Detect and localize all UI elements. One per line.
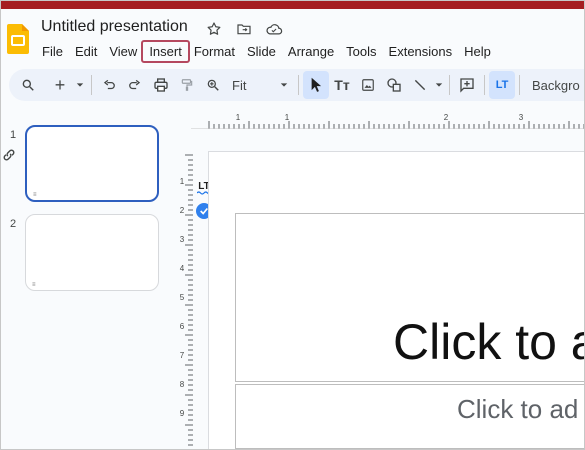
toolbar-divider — [519, 75, 520, 95]
menu-insert[interactable]: Insert — [141, 39, 190, 63]
vertical-ruler[interactable]: 1 2 3 4 5 6 7 8 9 — [177, 151, 193, 450]
menu-tools[interactable]: Tools — [340, 42, 382, 61]
ruler-label: 4 — [180, 264, 185, 273]
link-icon — [2, 148, 16, 167]
move-to-folder-icon[interactable] — [234, 19, 254, 39]
menu-format[interactable]: Format — [188, 42, 241, 61]
menu-extensions[interactable]: Extensions — [383, 42, 459, 61]
ruler-label: 2 — [444, 113, 449, 122]
zoom-icon[interactable] — [200, 71, 226, 99]
menu-arrange[interactable]: Arrange — [282, 42, 340, 61]
toolbar-divider — [484, 75, 485, 95]
undo-icon[interactable] — [96, 71, 122, 99]
plus-icon: + — [54, 74, 66, 95]
document-title[interactable]: Untitled presentation — [41, 18, 188, 36]
menu-view[interactable]: View — [103, 42, 143, 61]
ruler-label: 1 — [236, 113, 241, 122]
slide-thumbnail-2[interactable]: ≡ — [25, 214, 159, 291]
thumbnail-speaker-notes-icon: ≡ — [33, 192, 37, 198]
ruler-label: 2 — [180, 206, 185, 215]
menu-file[interactable]: File — [36, 42, 69, 61]
line-dropdown-icon[interactable] — [433, 71, 445, 99]
thumbnail-speaker-notes-icon: ≡ — [32, 282, 36, 288]
toolbar-divider — [91, 75, 92, 95]
zoom-select[interactable]: Fit — [226, 71, 294, 99]
menu-edit[interactable]: Edit — [69, 42, 103, 61]
paint-format-icon[interactable] — [174, 71, 200, 99]
ruler-label: 9 — [180, 409, 185, 418]
ruler-label: 7 — [180, 351, 185, 360]
star-icon[interactable] — [204, 19, 224, 39]
background-button[interactable]: Backgro — [524, 71, 580, 99]
subtitle-placeholder-text: Click to ad — [457, 394, 579, 424]
ruler-label: 1 — [180, 177, 185, 186]
line-icon[interactable] — [407, 71, 433, 99]
zoom-dropdown-icon — [280, 83, 288, 87]
slide-number: 2 — [10, 218, 17, 230]
slides-logo-icon[interactable] — [7, 24, 29, 54]
toolbar-divider — [449, 75, 450, 95]
new-slide-button[interactable]: + — [47, 71, 73, 99]
insert-image-icon[interactable] — [355, 71, 381, 99]
window-accent-bar — [1, 1, 584, 9]
ruler-label: 3 — [180, 235, 185, 244]
redo-icon[interactable] — [122, 71, 148, 99]
menu-bar: File Edit View Insert Format Slide Arran… — [36, 39, 497, 63]
title-placeholder-text: Click to a — [393, 314, 585, 370]
cloud-status-icon[interactable] — [264, 19, 284, 39]
text-box-icon[interactable]: Tт — [329, 71, 355, 99]
ruler-label: 1 — [285, 113, 290, 122]
zoom-value: Fit — [232, 77, 247, 93]
horizontal-ruler[interactable]: 1 1 2 3 — [191, 111, 585, 129]
ruler-label: 5 — [180, 293, 185, 302]
shape-icon[interactable] — [381, 71, 407, 99]
slide-thumbnail-1[interactable]: ≡ — [25, 125, 159, 202]
new-slide-dropdown-icon[interactable] — [73, 71, 87, 99]
app-window: Untitled presentation File Edit View Ins… — [0, 0, 585, 450]
toolbar-divider — [298, 75, 299, 95]
select-tool-icon[interactable] — [303, 71, 329, 99]
insert-comment-icon[interactable] — [454, 71, 480, 99]
ruler-label: 8 — [180, 380, 185, 389]
search-menus-icon[interactable] — [15, 71, 41, 99]
ruler-label: 6 — [180, 322, 185, 331]
slide-number: 1 — [10, 129, 17, 141]
ruler-label: 3 — [519, 113, 524, 122]
print-icon[interactable] — [148, 71, 174, 99]
languagetool-toolbar-icon[interactable]: LT — [489, 71, 515, 99]
toolbar: + Fit Tт LT Backgro — [9, 69, 584, 101]
menu-slide[interactable]: Slide — [241, 42, 282, 61]
menu-help[interactable]: Help — [458, 42, 497, 61]
